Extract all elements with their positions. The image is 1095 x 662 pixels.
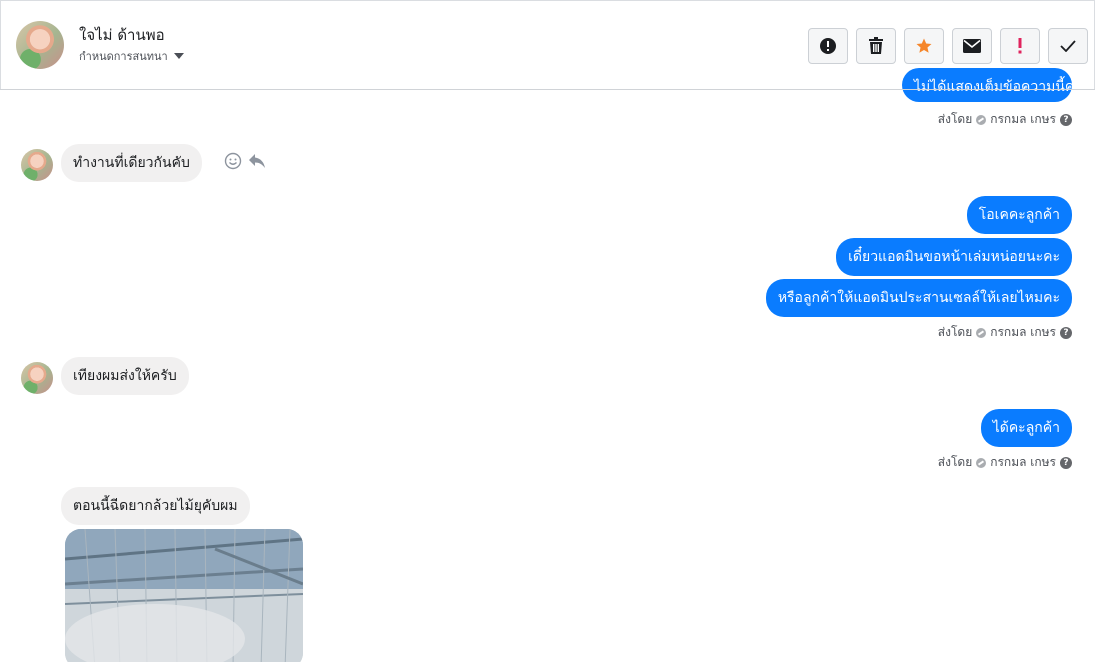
agent-icon <box>976 457 987 468</box>
contact-avatar-small[interactable] <box>21 362 53 394</box>
incoming-message: ตอนนี้ฉีดยากล้วยไม้ยุคับผม <box>61 487 250 525</box>
help-icon[interactable]: ? <box>1060 326 1072 339</box>
envelope-icon <box>963 39 981 53</box>
important-button[interactable] <box>1000 28 1040 64</box>
sent-by-agent: กรกมล เกษร <box>990 325 1056 339</box>
message-actions <box>224 152 266 170</box>
help-icon[interactable]: ? <box>1060 113 1072 126</box>
greenhouse-image <box>65 529 303 662</box>
agent-icon <box>976 327 987 338</box>
contact-name[interactable]: ใจไม่ ด้านพอ <box>79 23 165 47</box>
outgoing-message: หรือลูกค้าให้แอดมินประสานเซลล์ให้เลยไหมค… <box>765 279 1072 317</box>
attached-photo[interactable] <box>65 529 303 662</box>
alert-circle-icon <box>820 38 836 54</box>
check-icon <box>1060 40 1076 52</box>
spam-button[interactable] <box>808 28 848 64</box>
outgoing-message-cutoff: ไม่ได้แสดงเต็มข้อความนี้ค่ะ <box>902 68 1072 102</box>
exclamation-icon <box>1018 38 1022 54</box>
conversation-setting-dropdown[interactable]: กำหนดการสนทนา <box>79 47 184 65</box>
mark-unread-button[interactable] <box>952 28 992 64</box>
outgoing-message: เดี๋ยวแอดมินขอหน้าเล่มหน่อยนะคะ <box>836 238 1072 276</box>
smiley-icon[interactable] <box>224 152 242 170</box>
agent-icon <box>976 114 987 125</box>
incoming-message: ทำงานที่เดียวกันคับ <box>61 144 202 182</box>
sent-by-agent: กรกมล เกษร <box>990 455 1056 469</box>
sent-by-label: ส่งโดย <box>937 112 973 126</box>
contact-avatar-small[interactable] <box>21 149 53 181</box>
done-button[interactable] <box>1048 28 1088 64</box>
reply-icon[interactable] <box>248 153 266 169</box>
sent-by-info: ส่งโดย กรกมล เกษร ? <box>938 453 1072 472</box>
caret-down-icon <box>173 53 184 59</box>
sent-by-label: ส่งโดย <box>937 455 973 469</box>
sent-by-info: ส่งโดย กรกมล เกษร ? <box>938 323 1072 342</box>
outgoing-message-text: ไม่ได้แสดงเต็มข้อความนี้ค่ะ <box>914 79 1072 95</box>
conversation-setting-label: กำหนดการสนทนา <box>79 50 168 63</box>
help-icon[interactable]: ? <box>1060 456 1072 469</box>
star-button[interactable] <box>904 28 944 64</box>
delete-button[interactable] <box>856 28 896 64</box>
sent-by-info: ส่งโดย กรกมล เกษร ? <box>938 110 1072 129</box>
sent-by-label: ส่งโดย <box>937 325 973 339</box>
outgoing-message: ได้คะลูกค้า <box>980 409 1072 447</box>
contact-avatar[interactable] <box>16 21 64 69</box>
star-icon <box>916 38 932 53</box>
sent-by-agent: กรกมล เกษร <box>990 112 1056 126</box>
conversation-toolbar <box>808 28 1088 64</box>
incoming-message: เทียงผมส่งให้ครับ <box>61 357 189 395</box>
outgoing-message: โอเคคะลูกค้า <box>966 196 1072 234</box>
trash-icon <box>869 37 883 54</box>
